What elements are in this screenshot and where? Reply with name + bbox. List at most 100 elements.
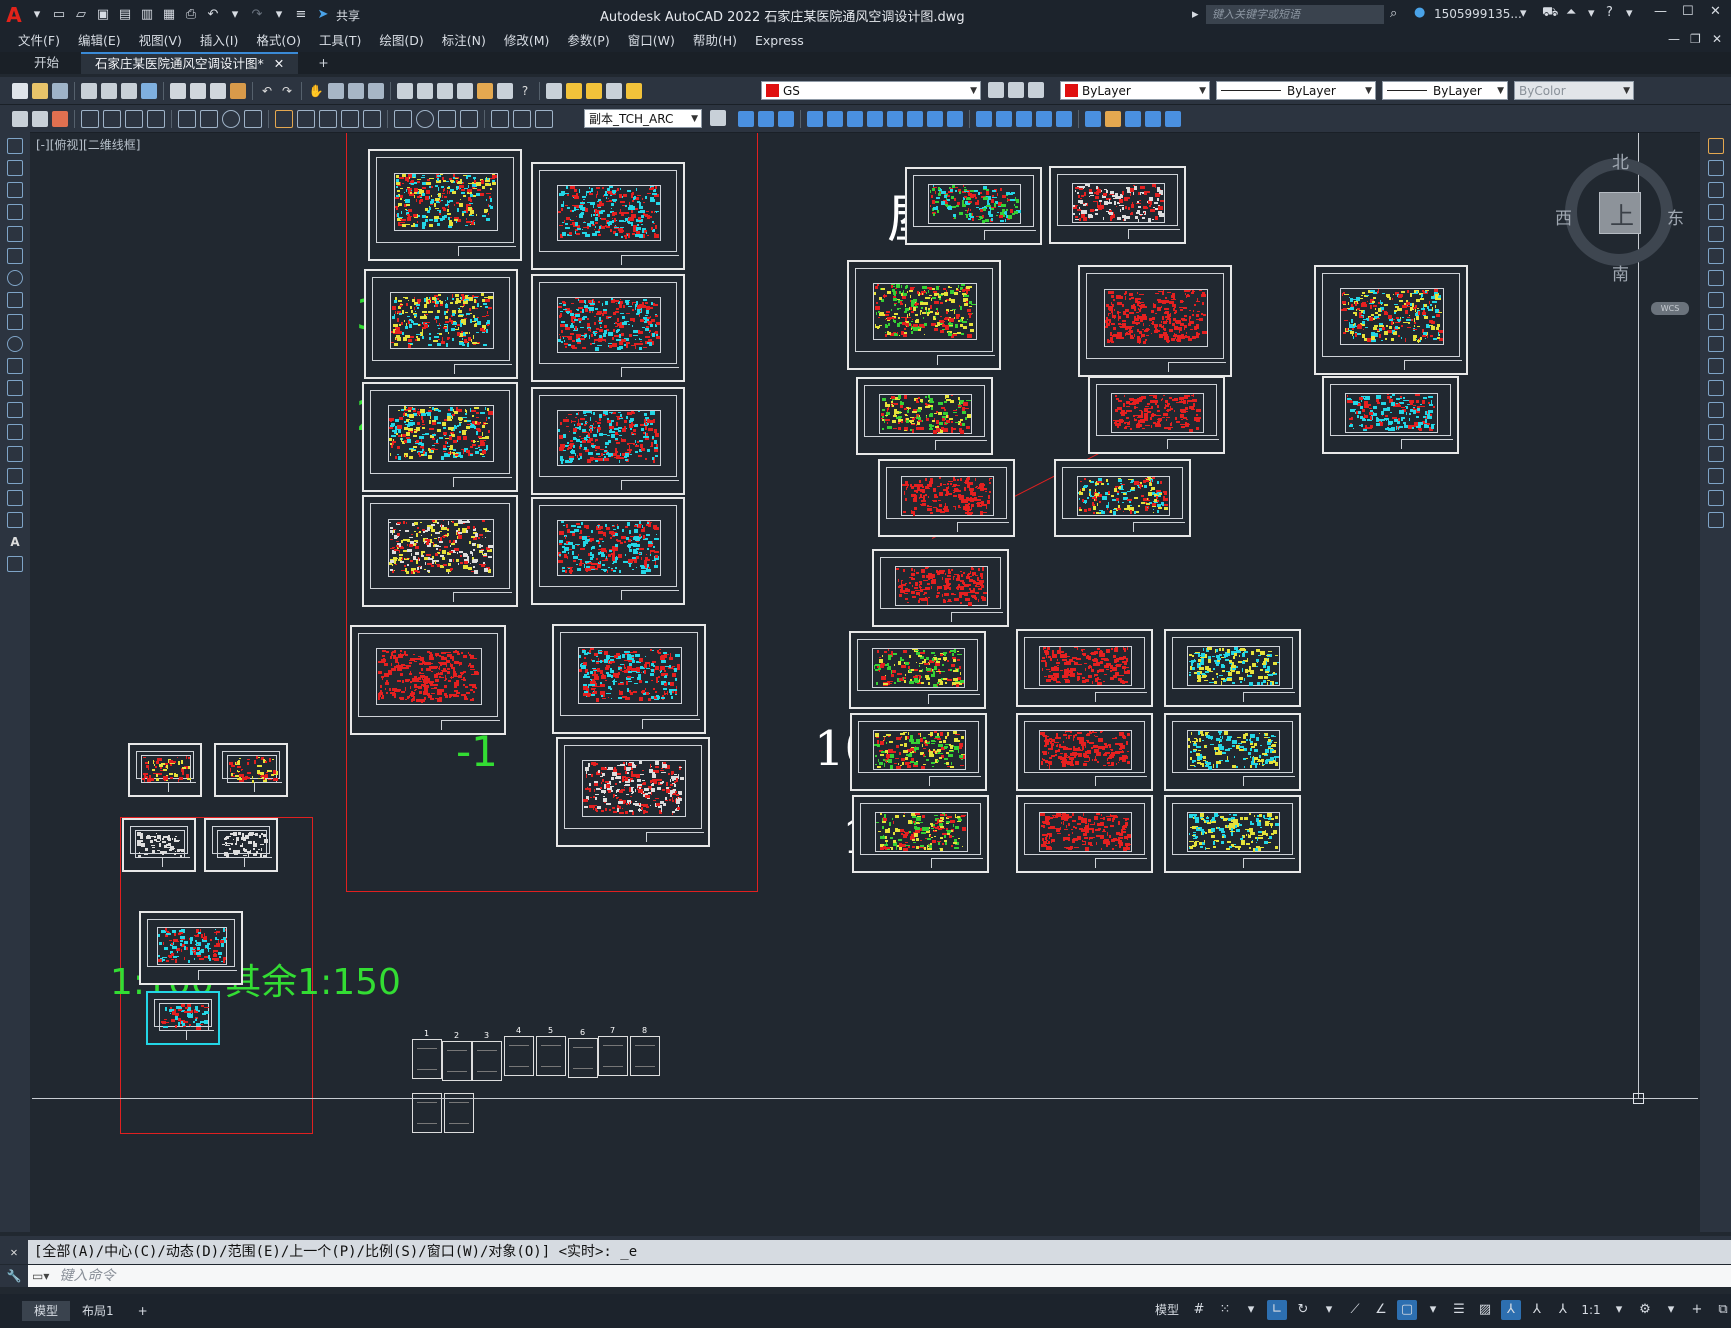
open-file-icon[interactable]: ▱ xyxy=(72,6,90,24)
compass-west[interactable]: 西 xyxy=(1555,204,1572,229)
tiny-sheet[interactable] xyxy=(442,1041,472,1081)
help-icon[interactable]: ? xyxy=(1606,5,1613,20)
jogged-linear-icon[interactable] xyxy=(460,109,478,128)
image-icon[interactable] xyxy=(1165,111,1181,127)
region-icon[interactable] xyxy=(7,490,23,506)
tiny-sheet[interactable] xyxy=(536,1036,566,1076)
drawing-sheet[interactable] xyxy=(1016,629,1153,707)
open-icon[interactable] xyxy=(32,82,48,99)
workspace-dropdown-icon[interactable]: ▾ xyxy=(1661,1300,1681,1320)
chamfer-icon[interactable] xyxy=(1707,446,1724,462)
angular-icon[interactable] xyxy=(244,109,262,128)
add-layout-icon[interactable]: + xyxy=(126,1301,160,1321)
paste-icon[interactable] xyxy=(210,82,226,99)
drawing-sheet[interactable] xyxy=(531,274,685,382)
menu-dimension[interactable]: 标注(N) xyxy=(433,30,495,52)
drawing-sheet[interactable] xyxy=(878,459,1015,537)
calculator-icon[interactable] xyxy=(497,82,513,99)
explode-icon[interactable] xyxy=(1707,512,1724,528)
circle-icon[interactable] xyxy=(7,270,23,286)
design-center-icon[interactable] xyxy=(417,82,433,99)
continue-icon[interactable] xyxy=(319,109,337,128)
drawing-sheet[interactable] xyxy=(1088,376,1225,454)
space-icon[interactable] xyxy=(341,109,359,128)
table-icon[interactable] xyxy=(7,512,23,528)
doc-restore-icon[interactable]: ❐ xyxy=(1690,32,1701,46)
search-icon[interactable]: ⌕ xyxy=(1390,6,1397,21)
drawing-sheet[interactable] xyxy=(214,743,288,797)
polygon-icon[interactable] xyxy=(7,204,23,220)
transparency-icon[interactable]: ▨ xyxy=(1475,1300,1495,1320)
drawing-sheet[interactable] xyxy=(122,818,196,872)
ortho-icon[interactable]: ∟ xyxy=(1267,1300,1287,1320)
tiny-sheet[interactable] xyxy=(630,1036,660,1076)
scale-icon[interactable] xyxy=(887,111,903,127)
publish-icon[interactable] xyxy=(121,82,137,99)
cart-icon[interactable]: ⛟ xyxy=(1542,5,1558,22)
xref-icon[interactable] xyxy=(1145,111,1161,127)
lineweight-dropdown[interactable]: ByLayer ▼ xyxy=(1382,81,1508,100)
linear-dimension-icon[interactable] xyxy=(81,109,99,128)
drawing-sheet[interactable] xyxy=(362,495,518,607)
drawing-sheet[interactable] xyxy=(556,737,710,847)
offset-icon[interactable] xyxy=(1707,204,1724,220)
copy-icon[interactable] xyxy=(1707,160,1724,176)
break-icon[interactable] xyxy=(1707,402,1724,418)
minimize-icon[interactable]: — xyxy=(1654,4,1667,19)
copy-object-icon[interactable] xyxy=(758,111,774,127)
menu-help[interactable]: 帮助(H) xyxy=(684,30,746,52)
tiny-sheet[interactable] xyxy=(412,1039,442,1079)
expand-arrow-icon[interactable]: ▸ xyxy=(1192,7,1199,22)
wcs-menu[interactable]: WCS xyxy=(1651,302,1689,315)
drawing-sheet[interactable] xyxy=(531,162,685,270)
make-block-icon[interactable] xyxy=(7,402,23,418)
menu-draw[interactable]: 绘图(D) xyxy=(370,30,432,52)
annotation-scale-icon[interactable]: ⅄ xyxy=(1553,1300,1573,1320)
save-icon[interactable]: ▣ xyxy=(94,6,112,24)
erase-icon[interactable] xyxy=(1707,138,1724,154)
viewport-controls[interactable]: [-][俯视][二维线框] xyxy=(36,136,140,153)
attribute-icon[interactable] xyxy=(1125,111,1141,127)
zoom-previous-icon[interactable] xyxy=(368,82,384,99)
auto-scale-icon[interactable]: ⅄ xyxy=(1527,1300,1547,1320)
undo-dropdown-icon[interactable]: ▾ xyxy=(226,6,244,24)
radius-icon[interactable] xyxy=(178,109,196,128)
preview-icon[interactable] xyxy=(101,82,117,99)
drawing-sheet[interactable] xyxy=(872,549,1009,627)
arc-icon[interactable] xyxy=(7,248,23,264)
array-icon[interactable] xyxy=(1707,226,1724,242)
app-dropdown-icon[interactable]: ▾ xyxy=(1588,6,1595,21)
grid-icon[interactable]: # xyxy=(1189,1300,1209,1320)
array-icon[interactable] xyxy=(827,111,843,127)
compass-north[interactable]: 北 xyxy=(1612,148,1629,173)
layer-previous-icon[interactable] xyxy=(1008,82,1024,98)
drawing-sheet[interactable] xyxy=(1016,795,1153,873)
drawing-sheet[interactable] xyxy=(368,149,522,261)
drawing-sheet[interactable] xyxy=(146,991,220,1045)
drawing-sheet[interactable] xyxy=(905,167,1042,245)
drawing-sheet[interactable] xyxy=(1164,795,1301,873)
save-web-icon[interactable]: ▦ xyxy=(160,6,178,24)
compass-east[interactable]: 东 xyxy=(1667,204,1684,229)
spline-icon[interactable] xyxy=(7,314,23,330)
revision-cloud-icon[interactable] xyxy=(7,292,23,308)
hatch-icon[interactable] xyxy=(7,446,23,462)
drawing-sheet[interactable] xyxy=(1054,459,1191,537)
user-account[interactable]: 1505999135... xyxy=(1434,7,1522,21)
user-icon[interactable]: ● xyxy=(1414,5,1425,20)
make-current-layer-icon[interactable] xyxy=(988,82,1004,98)
snap-icon[interactable]: ⁙ xyxy=(1215,1300,1235,1320)
tiny-sheet[interactable] xyxy=(444,1093,474,1133)
drawing-sheet[interactable] xyxy=(531,497,685,605)
save-icon[interactable] xyxy=(52,82,68,99)
share-icon[interactable]: ➤ xyxy=(314,6,332,24)
inspect-icon[interactable] xyxy=(438,109,456,128)
doc-minimize-icon[interactable]: — xyxy=(1668,32,1680,46)
drawing-sheet[interactable] xyxy=(1164,629,1301,707)
insert-block-icon[interactable] xyxy=(7,380,23,396)
annotation-monitor-icon[interactable]: + xyxy=(1687,1300,1707,1320)
customize-dropdown-icon[interactable]: ≡ xyxy=(292,6,310,24)
tiny-sheet[interactable] xyxy=(598,1036,628,1076)
drawing-sheet[interactable] xyxy=(350,625,506,735)
move-icon[interactable] xyxy=(847,111,863,127)
